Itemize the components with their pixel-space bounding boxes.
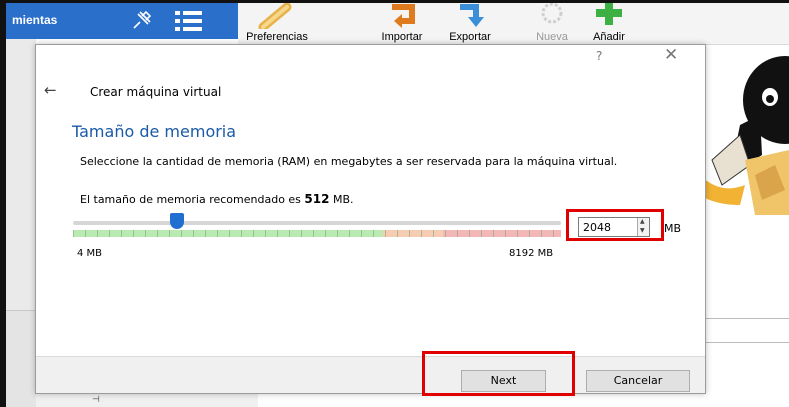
import-label: Importar: [381, 31, 423, 43]
memory-description: Seleccione la cantidad de memoria (RAM) …: [80, 155, 618, 168]
scroll-arrow-icon[interactable]: ⊣: [92, 395, 100, 405]
machine-list-lower: [6, 310, 36, 407]
export-label: Exportar: [449, 31, 491, 43]
new-button[interactable]: Nueva: [530, 3, 574, 45]
close-icon[interactable]: ✕: [664, 45, 678, 65]
help-icon[interactable]: ?: [596, 49, 602, 63]
recommended-value: 512: [304, 192, 330, 206]
preferences-button[interactable]: Preferencias: [242, 3, 312, 45]
highlight-box-memory: [566, 209, 664, 241]
bottom-strip: [36, 392, 258, 407]
tux-penguin-image: [700, 56, 789, 215]
export-arrow-icon: [460, 4, 484, 27]
back-arrow-icon[interactable]: ←: [44, 81, 57, 99]
memory-slider-track[interactable]: [73, 221, 561, 225]
slider-ticks: [73, 230, 561, 237]
new-gear-icon: [541, 3, 563, 24]
tools-header[interactable]: mientas: [6, 3, 238, 39]
cancel-button[interactable]: Cancelar: [586, 370, 690, 392]
section-title: Tamaño de memoria: [72, 122, 237, 141]
divider: [706, 342, 789, 343]
create-vm-dialog: ? ✕ ← Crear máquina virtual Tamaño de me…: [35, 44, 706, 396]
main-toolbar: Preferencias Importar Exportar Nueva Aña…: [238, 3, 789, 45]
pin-icon[interactable]: [128, 8, 154, 34]
divider: [706, 318, 789, 319]
memory-unit-label: MB: [664, 222, 682, 235]
recommend-prefix: El tamaño de memoria recomendado es: [80, 193, 305, 206]
dialog-title: Crear máquina virtual: [90, 85, 222, 99]
export-button[interactable]: Exportar: [440, 3, 500, 45]
import-button[interactable]: Importar: [372, 3, 432, 45]
list-view-icon[interactable]: [174, 9, 204, 33]
wrench-icon: [258, 3, 292, 29]
import-arrow-icon: [392, 4, 415, 28]
new-label: Nueva: [536, 31, 568, 43]
green-plus-icon: [596, 3, 622, 25]
add-label: Añadir: [593, 31, 625, 43]
add-button[interactable]: Añadir: [584, 3, 634, 45]
highlight-box-next: [422, 351, 575, 396]
memory-slider-handle[interactable]: [170, 213, 184, 229]
recommend-suffix: MB.: [329, 193, 354, 206]
slider-min-label: 4 MB: [77, 248, 103, 259]
tools-label: mientas: [12, 13, 58, 27]
slider-max-label: 8192 MB: [509, 248, 554, 259]
preferences-label: Preferencias: [246, 31, 308, 43]
recommended-memory-text: El tamaño de memoria recomendado es 512 …: [80, 192, 354, 206]
